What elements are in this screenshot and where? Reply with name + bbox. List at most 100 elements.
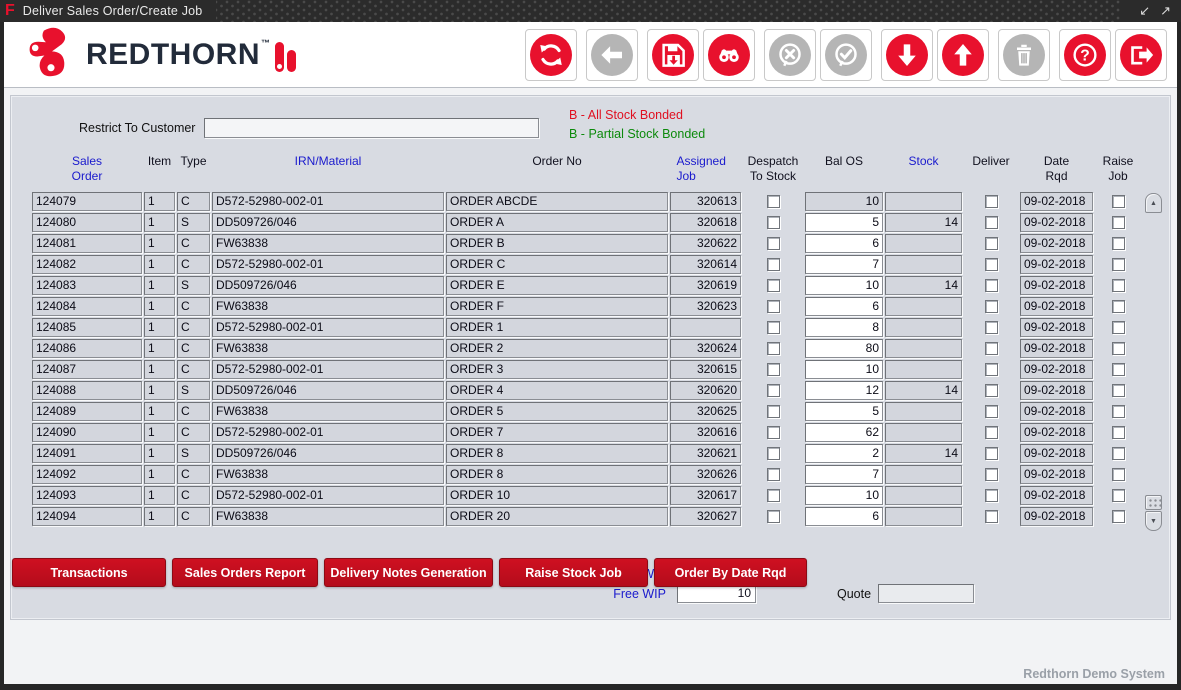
despatch-to-stock-checkbox[interactable] <box>767 300 780 313</box>
despatch-to-stock-checkbox[interactable] <box>767 342 780 355</box>
delete-button[interactable] <box>998 29 1050 81</box>
raise-job-checkbox[interactable] <box>1112 489 1125 502</box>
despatch-to-stock-checkbox[interactable] <box>767 384 780 397</box>
raise-job-checkbox[interactable] <box>1112 363 1125 376</box>
scroll-up-button[interactable]: ▲ <box>1145 193 1162 213</box>
bal-os-input[interactable]: 62 <box>805 423 883 442</box>
scroll-down-button[interactable]: ▼ <box>1145 511 1162 531</box>
scroll-grip[interactable] <box>1145 495 1162 510</box>
table-row: 124083 1 S DD509726/046 ORDER E 320619 1… <box>32 276 1163 295</box>
move-up-button[interactable] <box>937 29 989 81</box>
despatch-to-stock-checkbox[interactable] <box>767 195 780 208</box>
raise-job-checkbox[interactable] <box>1112 426 1125 439</box>
bal-os-input[interactable]: 7 <box>805 465 883 484</box>
deliver-checkbox[interactable] <box>985 510 998 523</box>
raise-job-checkbox[interactable] <box>1112 447 1125 460</box>
restore-icon[interactable]: ↙ <box>1139 1 1150 21</box>
despatch-to-stock-checkbox[interactable] <box>767 489 780 502</box>
bal-os-input[interactable]: 12 <box>805 381 883 400</box>
refresh-button[interactable] <box>525 29 577 81</box>
transactions-button[interactable]: Transactions <box>12 558 166 587</box>
raise-job-checkbox[interactable] <box>1112 342 1125 355</box>
cancel-button[interactable] <box>764 29 816 81</box>
despatch-to-stock-checkbox[interactable] <box>767 468 780 481</box>
raise-job-checkbox[interactable] <box>1112 321 1125 334</box>
exit-button[interactable] <box>1115 29 1167 81</box>
raise-stock-job-button[interactable]: Raise Stock Job <box>499 558 648 587</box>
back-button[interactable] <box>586 29 638 81</box>
despatch-to-stock-checkbox[interactable] <box>767 258 780 271</box>
despatch-to-stock-checkbox[interactable] <box>767 321 780 334</box>
type-cell: C <box>177 339 210 358</box>
stock-cell <box>885 234 962 253</box>
raise-job-checkbox[interactable] <box>1112 237 1125 250</box>
deliver-checkbox[interactable] <box>985 447 998 460</box>
col-header-order-no: Order No <box>446 154 668 169</box>
stock-cell <box>885 360 962 379</box>
deliver-checkbox[interactable] <box>985 279 998 292</box>
raise-job-checkbox[interactable] <box>1112 195 1125 208</box>
bal-os-input[interactable]: 10 <box>805 360 883 379</box>
bal-os-input[interactable]: 6 <box>805 297 883 316</box>
date-rqd-cell: 09-02-2018 <box>1020 276 1093 295</box>
save-button[interactable] <box>647 29 699 81</box>
order-no-cell: ORDER 5 <box>446 402 668 421</box>
maximize-icon[interactable]: ↗ <box>1160 1 1171 21</box>
find-button[interactable] <box>703 29 755 81</box>
deliver-checkbox[interactable] <box>985 384 998 397</box>
raise-job-checkbox[interactable] <box>1112 468 1125 481</box>
type-cell: C <box>177 465 210 484</box>
despatch-to-stock-checkbox[interactable] <box>767 510 780 523</box>
confirm-button[interactable] <box>820 29 872 81</box>
deliver-checkbox[interactable] <box>985 342 998 355</box>
despatch-to-stock-checkbox[interactable] <box>767 279 780 292</box>
raise-job-checkbox[interactable] <box>1112 258 1125 271</box>
deliver-checkbox[interactable] <box>985 321 998 334</box>
redthorn-logo: REDTHORN™ <box>26 27 296 83</box>
despatch-to-stock-checkbox[interactable] <box>767 216 780 229</box>
date-rqd-cell: 09-02-2018 <box>1020 255 1093 274</box>
deliver-checkbox[interactable] <box>985 237 998 250</box>
order-no-cell: ORDER 8 <box>446 444 668 463</box>
restrict-to-customer-input[interactable] <box>204 118 539 138</box>
deliver-checkbox[interactable] <box>985 468 998 481</box>
raise-job-checkbox[interactable] <box>1112 216 1125 229</box>
deliver-checkbox[interactable] <box>985 426 998 439</box>
deliver-checkbox[interactable] <box>985 300 998 313</box>
deliver-checkbox[interactable] <box>985 405 998 418</box>
deliver-checkbox[interactable] <box>985 195 998 208</box>
bal-os-input[interactable]: 8 <box>805 318 883 337</box>
bal-os-input[interactable]: 6 <box>805 234 883 253</box>
bal-os-input[interactable]: 2 <box>805 444 883 463</box>
deliver-checkbox[interactable] <box>985 363 998 376</box>
raise-job-checkbox[interactable] <box>1112 384 1125 397</box>
order-by-date-rqd-button[interactable]: Order By Date Rqd <box>654 558 807 587</box>
raise-job-checkbox[interactable] <box>1112 300 1125 313</box>
delivery-notes-generation-button[interactable]: Delivery Notes Generation <box>324 558 493 587</box>
despatch-to-stock-checkbox[interactable] <box>767 447 780 460</box>
despatch-to-stock-checkbox[interactable] <box>767 405 780 418</box>
deliver-checkbox[interactable] <box>985 258 998 271</box>
despatch-to-stock-checkbox[interactable] <box>767 237 780 250</box>
quote-input[interactable] <box>878 584 974 603</box>
bal-os-input[interactable]: 80 <box>805 339 883 358</box>
col-header-sales-order: Sales Order <box>32 154 142 184</box>
sales-orders-report-button[interactable]: Sales Orders Report <box>172 558 318 587</box>
raise-job-checkbox[interactable] <box>1112 279 1125 292</box>
despatch-to-stock-checkbox[interactable] <box>767 426 780 439</box>
raise-job-checkbox[interactable] <box>1112 510 1125 523</box>
move-down-button[interactable] <box>881 29 933 81</box>
bal-os-input[interactable]: 7 <box>805 255 883 274</box>
help-button[interactable]: ? <box>1059 29 1111 81</box>
bal-os-input[interactable]: 6 <box>805 507 883 526</box>
deliver-checkbox[interactable] <box>985 216 998 229</box>
despatch-to-stock-checkbox[interactable] <box>767 363 780 376</box>
assigned-job-cell: 320619 <box>670 276 741 295</box>
raise-job-checkbox[interactable] <box>1112 405 1125 418</box>
stock-cell: 14 <box>885 444 962 463</box>
bal-os-input[interactable]: 10 <box>805 486 883 505</box>
deliver-checkbox[interactable] <box>985 489 998 502</box>
bal-os-input[interactable]: 5 <box>805 402 883 421</box>
bal-os-input[interactable]: 5 <box>805 213 883 232</box>
bal-os-input[interactable]: 10 <box>805 276 883 295</box>
